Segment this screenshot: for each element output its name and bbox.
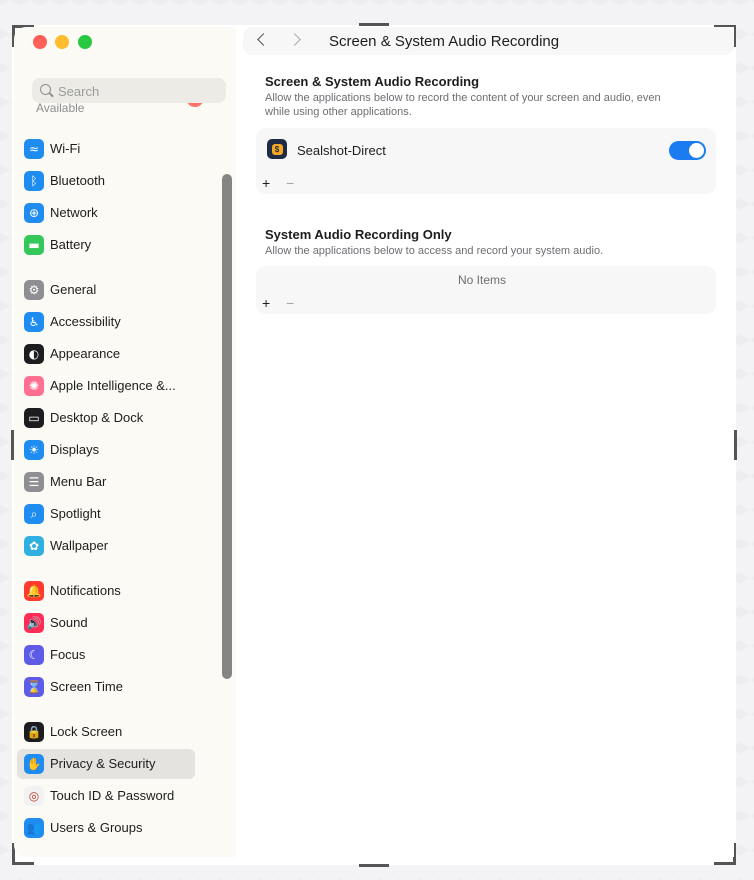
crop-edge-top[interactable] [359, 23, 389, 26]
sidebar-item-label: Apple Intelligence &... [50, 378, 176, 393]
empty-list-label: No Items [458, 273, 507, 287]
sidebar-item-label: Focus [50, 647, 86, 662]
sidebar-item-spotlight[interactable]: ⌕ Spotlight [17, 499, 195, 529]
app-list-card [256, 128, 716, 194]
sidebar-item-lock-screen[interactable]: 🔒 Lock Screen [17, 717, 195, 747]
search-icon [40, 84, 51, 95]
crop-edge-bottom[interactable] [359, 864, 389, 867]
sidebar-item-wi-fi[interactable]: ≈ Wi-Fi [17, 134, 195, 164]
sidebar-item-users-groups[interactable]: 👥 Users & Groups [17, 813, 195, 843]
close-window-button[interactable] [33, 35, 47, 49]
sidebar-item-privacy-security[interactable]: ✋ Privacy & Security [17, 749, 195, 779]
sidebar-item-label: Privacy & Security [50, 756, 156, 771]
apple-intelligence-icon: ✺ [24, 376, 44, 396]
search-placeholder: Search [58, 84, 100, 99]
sidebar-item-wallpaper[interactable]: ✿ Wallpaper [17, 531, 195, 561]
section-desc-line: Allow the applications below to record t… [265, 92, 661, 104]
lock-icon: 🔒 [24, 722, 44, 742]
sidebar-item-label: Wi-Fi [50, 141, 81, 156]
bell-icon: 🔔 [24, 581, 44, 601]
hand-icon: ✋ [24, 754, 44, 774]
section-title-screen-recording: Screen & System Audio Recording [265, 74, 480, 89]
sidebar-item-label: Screen Time [50, 679, 123, 694]
section-desc-screen-recording: Allow the applications below to record t… [265, 91, 705, 119]
sidebar-item-general[interactable]: ⚙ General [17, 275, 195, 305]
sidebar-item-battery[interactable]: ▬ Battery [17, 230, 195, 260]
sidebar-item-apple-intelligence[interactable]: ✺ Apple Intelligence &... [17, 371, 195, 401]
sidebar-item-label: Menu Bar [50, 474, 107, 489]
appearance-icon: ◐ [24, 344, 44, 364]
search-input[interactable]: Search [32, 78, 226, 103]
magnifier-icon: ⌕ [24, 504, 44, 524]
sealshot-app-icon: $ [267, 139, 287, 159]
sidebar-scrollbar[interactable] [222, 174, 232, 679]
add-app-button[interactable]: + [262, 176, 270, 190]
toggle-knob [689, 143, 704, 158]
add-audio-app-button[interactable]: + [262, 296, 270, 310]
remove-app-button[interactable]: − [286, 176, 294, 190]
remove-audio-app-button[interactable]: − [286, 296, 294, 310]
crop-edge-right[interactable] [734, 430, 737, 460]
flower-icon: ✿ [24, 536, 44, 556]
sidebar-item-menu-bar[interactable]: ☰ Menu Bar [17, 467, 195, 497]
sidebar-item-label: Spotlight [50, 506, 101, 521]
sidebar-item-notifications[interactable]: 🔔 Notifications [17, 576, 195, 606]
sidebar-item-bluetooth[interactable]: ᛒ Bluetooth [17, 166, 195, 196]
accessibility-icon: ♿ [24, 312, 44, 332]
menu-bar-icon: ☰ [24, 472, 44, 492]
sidebar-item-sound[interactable]: 🔊 Sound [17, 608, 195, 638]
moon-icon: ☾ [24, 645, 44, 665]
bluetooth-icon: ᛒ [24, 171, 44, 191]
sidebar-item-label: Notifications [50, 583, 121, 598]
battery-icon: ▬ [24, 235, 44, 255]
sidebar-item-label: Lock Screen [50, 724, 123, 739]
sun-icon: ☀ [24, 440, 44, 460]
sidebar-item-label: General [50, 282, 97, 297]
sidebar-item-label: Appearance [50, 346, 121, 361]
globe-icon: ⊕ [24, 203, 44, 223]
sidebar-item-label: Bluetooth [50, 173, 105, 188]
sidebar-item-label: Displays [50, 442, 100, 457]
sidebar-item-network[interactable]: ⊕ Network [17, 198, 195, 228]
sealshot-toggle[interactable] [669, 141, 706, 160]
sidebar-item-label: Touch ID & Password [50, 788, 175, 803]
sidebar-item-displays[interactable]: ☀ Displays [17, 435, 195, 465]
hourglass-icon: ⌛ [24, 677, 44, 697]
section-desc-line: while using other applications. [265, 106, 412, 118]
sidebar-item-focus[interactable]: ☾ Focus [17, 640, 195, 670]
section-desc-audio-only: Allow the applications below to access a… [265, 245, 604, 257]
sidebar-item-label: Wallpaper [50, 538, 109, 553]
wifi-icon: ≈ [24, 139, 44, 159]
sidebar-item-accessibility[interactable]: ♿ Accessibility [17, 307, 195, 337]
gear-icon: ⚙ [24, 280, 44, 300]
users-icon: 👥 [24, 818, 44, 838]
sidebar-item-label: Battery [50, 237, 92, 252]
sidebar-item-desktop-dock[interactable]: ▭ Desktop & Dock [17, 403, 195, 433]
zoom-window-button[interactable] [78, 35, 92, 49]
sidebar-item-screen-time[interactable]: ⌛ Screen Time [17, 672, 195, 702]
sidebar-item-label: Accessibility [50, 314, 121, 329]
minimize-window-button[interactable] [55, 35, 69, 49]
speaker-icon: 🔊 [24, 613, 44, 633]
sidebar-item-label: Sound [50, 615, 88, 630]
dock-icon: ▭ [24, 408, 44, 428]
window-title: Screen & System Audio Recording [329, 33, 560, 50]
fingerprint-icon: ◎ [24, 786, 44, 806]
sidebar-item-label: Desktop & Dock [50, 410, 144, 425]
section-title-audio-only: System Audio Recording Only [265, 227, 452, 242]
app-name: Sealshot-Direct [297, 143, 386, 158]
sidebar-item-label: Network [50, 205, 98, 220]
available-label: Available [36, 101, 85, 115]
sidebar-item-label: Users & Groups [50, 820, 143, 835]
sidebar-item-touch-id-password[interactable]: ◎ Touch ID & Password [17, 781, 195, 811]
sidebar-item-appearance[interactable]: ◐ Appearance [17, 339, 195, 369]
